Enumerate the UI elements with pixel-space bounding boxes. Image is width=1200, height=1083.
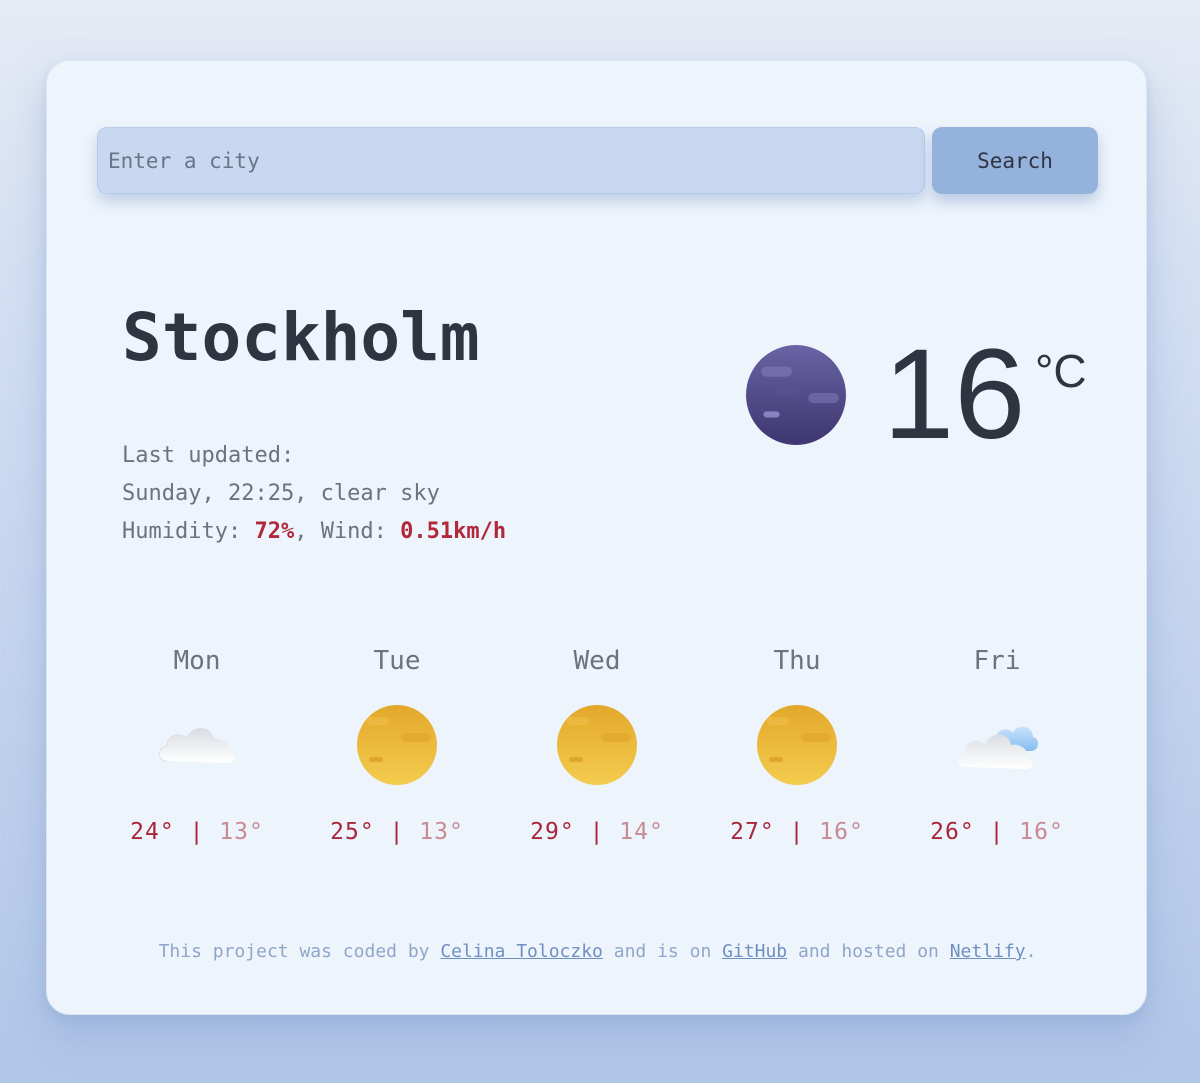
footer-text: and hosted on — [787, 941, 950, 962]
search-button[interactable]: Search — [932, 127, 1098, 194]
forecast-day-name: Fri — [973, 646, 1021, 676]
clear-night-icon — [746, 345, 846, 445]
forecast-temps: 27° | 16° — [697, 819, 897, 845]
forecast-separator: | — [389, 819, 405, 845]
forecast: Mon 24° | 13° Tue 25° | 13° Wed 29° | 14… — [97, 641, 1097, 861]
forecast-day: Wed 29° | 14° — [497, 641, 697, 845]
city-name: Stockholm — [122, 299, 480, 376]
forecast-day-name: Mon — [173, 646, 221, 676]
footer-text: and is on — [602, 941, 723, 962]
forecast-separator: | — [789, 819, 805, 845]
forecast-day-name: Thu — [773, 646, 821, 676]
footer: This project was coded by Celina Toloczk… — [47, 941, 1148, 962]
last-updated-label: Last updated: — [122, 443, 295, 468]
cloud-icon — [159, 728, 235, 763]
forecast-day-name: Wed — [573, 646, 621, 676]
search-input[interactable] — [97, 127, 925, 194]
forecast-day: Tue 25° | 13° — [297, 641, 497, 845]
forecast-max: 24° — [130, 819, 175, 845]
forecast-temps: 29° | 14° — [497, 819, 697, 845]
humidity-value: 72% — [254, 519, 295, 544]
forecast-max: 26° — [930, 819, 975, 845]
forecast-day: Thu 27° | 16° — [697, 641, 897, 845]
sun-icon — [757, 705, 837, 785]
forecast-min: 13° — [419, 819, 464, 845]
footer-text: . — [1025, 941, 1037, 962]
humidity-label: Humidity: — [122, 519, 255, 544]
search-form: Search — [97, 127, 1098, 194]
humidity-wind-line: Humidity: 72%, Wind: 0.51km/h — [122, 513, 506, 551]
forecast-separator: | — [989, 819, 1005, 845]
wind-value: 0.51km/h — [400, 519, 507, 544]
forecast-max: 25° — [330, 819, 375, 845]
weather-details: Last updated: Sunday, 22:25, clear sky H… — [122, 437, 506, 551]
forecast-max: 29° — [530, 819, 575, 845]
temperature-unit[interactable]: °C — [1035, 344, 1087, 398]
github-link[interactable]: GitHub — [722, 941, 787, 962]
sun-icon — [557, 705, 637, 785]
partly-cloudy-icon — [957, 726, 1039, 769]
forecast-min: 16° — [819, 819, 864, 845]
forecast-temps: 24° | 13° — [97, 819, 297, 845]
forecast-min: 14° — [619, 819, 664, 845]
forecast-min: 13° — [219, 819, 264, 845]
forecast-max: 27° — [730, 819, 775, 845]
forecast-day: Mon 24° | 13° — [97, 641, 297, 845]
last-updated-value: Sunday, 22:25, clear sky — [122, 481, 440, 506]
sun-icon — [357, 705, 437, 785]
footer-text: This project was coded by — [158, 941, 441, 962]
forecast-temps: 25° | 13° — [297, 819, 497, 845]
forecast-separator: | — [189, 819, 205, 845]
current-temperature: 16 — [883, 323, 1026, 466]
wind-label: , Wind: — [294, 519, 401, 544]
netlify-link[interactable]: Netlify — [950, 941, 1026, 962]
weather-card: Search Stockholm Last updated: Sunday, 2… — [46, 60, 1147, 1015]
forecast-day-name: Tue — [373, 646, 421, 676]
author-link[interactable]: Celina Toloczko — [440, 941, 603, 962]
forecast-day: Fri 26° | 16° — [897, 641, 1097, 845]
forecast-separator: | — [589, 819, 605, 845]
forecast-temps: 26° | 16° — [897, 819, 1097, 845]
forecast-min: 16° — [1019, 819, 1064, 845]
